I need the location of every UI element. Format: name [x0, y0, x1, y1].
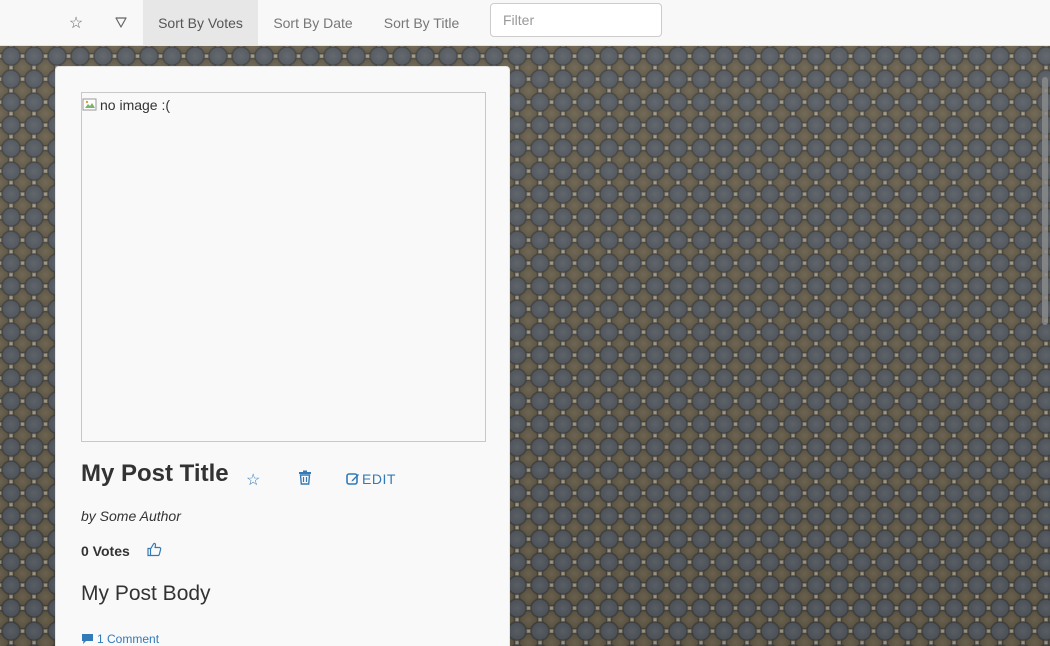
page-scrollbar[interactable]	[1042, 77, 1048, 325]
background-texture: no image :( My Post Title ☆ EDIT by Some…	[0, 46, 1050, 646]
tab-sort-by-title[interactable]: Sort By Title	[368, 0, 475, 45]
top-navbar: ☆ Sort By Votes Sort By Date Sort By Tit…	[0, 0, 1050, 46]
comments-count: 1 Comment	[97, 632, 160, 646]
edit-pencil-icon	[346, 473, 359, 485]
vote-count: 0 Votes	[81, 543, 130, 559]
broken-image-icon	[82, 98, 98, 112]
edit-label: EDIT	[362, 471, 396, 487]
filter-triangle-icon[interactable]	[101, 0, 141, 45]
post-author: by Some Author	[81, 508, 181, 524]
filter-input[interactable]	[490, 3, 662, 37]
comments-link[interactable]: 1 Comment	[81, 632, 159, 646]
favorites-star-icon[interactable]: ☆	[56, 0, 96, 45]
tab-sort-by-date[interactable]: Sort By Date	[258, 0, 368, 45]
post-title: My Post Title	[81, 460, 229, 487]
favorite-star-icon[interactable]: ☆	[246, 470, 260, 490]
edit-button[interactable]: EDIT	[346, 471, 396, 487]
post-image: no image :(	[81, 92, 486, 442]
delete-trash-icon[interactable]	[298, 470, 312, 485]
comment-bubble-icon	[82, 634, 93, 644]
tab-sort-by-votes[interactable]: Sort By Votes	[143, 0, 258, 45]
post-card: no image :( My Post Title ☆ EDIT by Some…	[55, 66, 510, 646]
thumbs-up-icon[interactable]	[147, 542, 162, 557]
image-alt-text: no image :(	[100, 97, 171, 113]
post-body: My Post Body	[81, 582, 211, 605]
